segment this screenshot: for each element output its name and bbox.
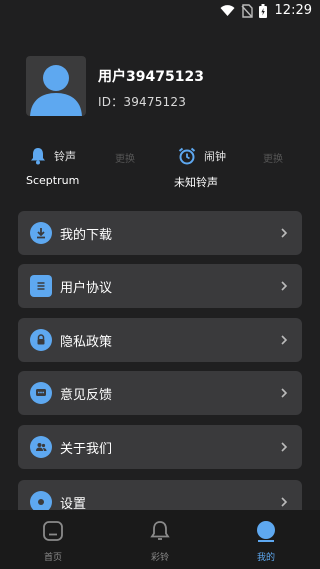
menu-item-label: 隐私政策	[60, 334, 113, 350]
tab-home[interactable]: 首页	[13, 520, 93, 563]
alarm-value: 未知铃声	[174, 176, 218, 189]
status-time: 12:29	[274, 3, 312, 18]
profile-info: 用户39475123 ID：39475123	[98, 66, 204, 116]
bell-icon	[31, 148, 45, 165]
chevron-right-icon	[281, 442, 288, 452]
ringtone-title: 铃声	[54, 150, 76, 163]
chat-icon	[30, 382, 52, 404]
menu-item-downloads[interactable]: 我的下载	[18, 211, 302, 255]
menu-item-feedback[interactable]: 意见反馈	[18, 371, 302, 415]
tab-home-label: 首页	[43, 553, 62, 563]
battery-icon	[258, 3, 267, 18]
user-id: ID：39475123	[98, 95, 187, 109]
tab-mine[interactable]: 我的	[226, 520, 306, 563]
ringtone-section: 铃声 更换 Sceptrum 闹钟 更换 未知铃声	[0, 146, 320, 190]
wifi-icon	[220, 4, 235, 16]
profile-header[interactable]: 用户39475123 ID：39475123	[26, 56, 204, 116]
chevron-right-icon	[281, 497, 288, 507]
avatar-person-icon	[30, 65, 82, 116]
tab-ringback[interactable]: 彩铃	[120, 520, 200, 563]
bottom-tab-bar: 首页 彩铃 我的	[0, 510, 320, 569]
status-icons: 12:29	[220, 3, 312, 18]
chevron-right-icon	[281, 388, 288, 398]
chevron-right-icon	[281, 228, 288, 238]
avatar[interactable]	[26, 56, 86, 116]
menu-item-label: 关于我们	[60, 441, 113, 457]
download-icon	[30, 222, 52, 244]
alarm-header: 闹钟	[178, 146, 308, 166]
alarm-change-button[interactable]: 更换	[263, 150, 283, 165]
lock-icon	[30, 329, 52, 351]
menu-item-label: 意见反馈	[60, 387, 113, 403]
people-icon	[30, 436, 52, 458]
tab-ringback-label: 彩铃	[150, 553, 169, 563]
bell-icon	[150, 521, 170, 540]
tab-mine-label: 我的	[256, 553, 275, 563]
ringtone-change-button[interactable]: 更换	[115, 150, 135, 165]
status-bar: 12:29	[0, 0, 320, 24]
menu-item-about-us[interactable]: 关于我们	[18, 425, 302, 469]
menu-item-label: 设置	[60, 496, 87, 512]
alarm-block: 闹钟 更换 未知铃声	[174, 146, 308, 190]
chevron-right-icon	[281, 335, 288, 345]
menu-item-user-agreement[interactable]: 用户协议	[18, 264, 302, 308]
ringtone-header: 铃声	[30, 146, 160, 166]
chevron-right-icon	[281, 281, 288, 291]
home-icon	[43, 521, 63, 541]
alarm-clock-icon	[178, 147, 196, 165]
document-icon	[30, 275, 52, 297]
ringtone-value: Sceptrum	[26, 174, 80, 187]
profile-icon	[257, 521, 275, 542]
no-signal-icon	[241, 3, 253, 18]
menu-item-label: 我的下载	[60, 227, 113, 243]
menu-item-label: 用户协议	[60, 280, 113, 296]
alarm-title: 闹钟	[204, 150, 226, 163]
username: 用户39475123	[98, 69, 204, 85]
menu-item-privacy-policy[interactable]: 隐私政策	[18, 318, 302, 362]
ringtone-block: 铃声 更换 Sceptrum	[26, 146, 160, 187]
